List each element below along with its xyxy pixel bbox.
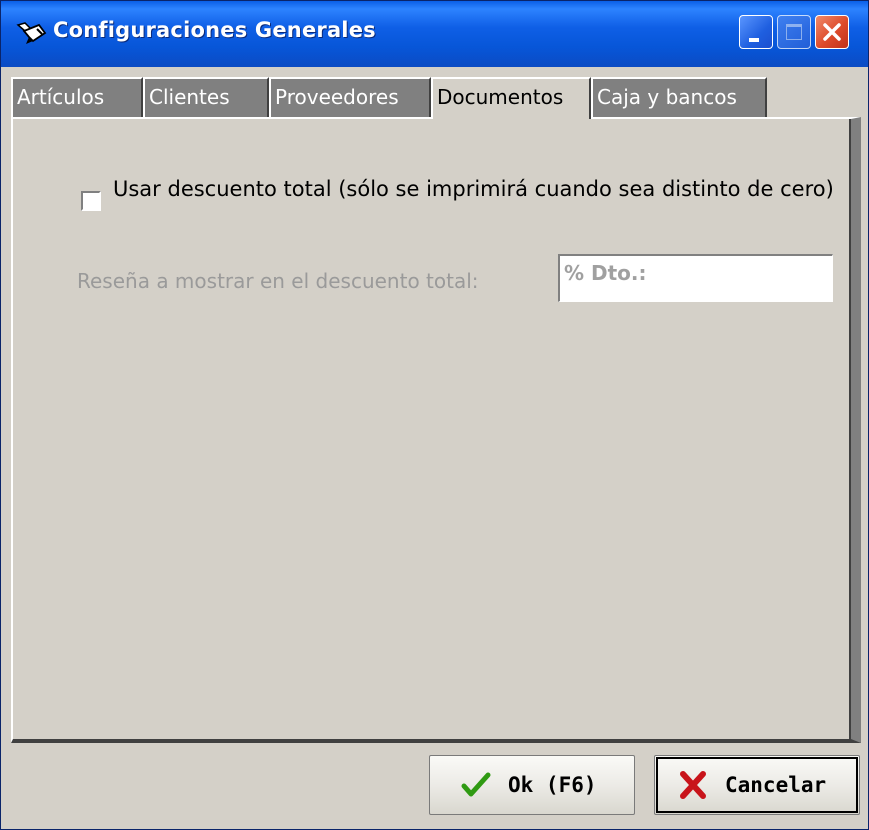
tab-panel-documentos xyxy=(11,117,861,743)
descuento-total-checkbox[interactable] xyxy=(81,191,101,211)
x-icon xyxy=(680,771,706,799)
checkmark-icon xyxy=(461,772,491,797)
tab-label: Caja y bancos xyxy=(597,85,737,109)
tab-clientes[interactable]: Clientes xyxy=(143,77,269,117)
window-title: Configuraciones Generales xyxy=(53,18,376,42)
close-button[interactable] xyxy=(815,15,849,49)
title-bar[interactable]: Configuraciones Generales xyxy=(1,1,868,67)
tab-proveedores[interactable]: Proveedores xyxy=(269,77,431,117)
resena-input[interactable]: % Dto.: xyxy=(558,254,833,302)
panel-inner xyxy=(13,119,851,739)
ok-label: Ok (F6) xyxy=(508,773,597,797)
cancel-button[interactable]: Cancelar xyxy=(654,755,860,815)
minimize-icon xyxy=(749,38,759,42)
tab-label: Clientes xyxy=(149,85,230,109)
tab-documentos[interactable]: Documentos xyxy=(431,77,591,119)
descuento-total-label[interactable]: Usar descuento total (sólo se imprimirá … xyxy=(113,173,843,205)
maximize-icon xyxy=(786,24,802,40)
close-icon xyxy=(823,23,841,41)
cancel-label: Cancelar xyxy=(725,773,827,797)
tab-label: Documentos xyxy=(437,85,564,109)
tab-caja-y-bancos[interactable]: Caja y bancos xyxy=(591,77,767,117)
minimize-button[interactable] xyxy=(739,15,773,49)
config-window: Configuraciones Generales Artículos Clie… xyxy=(0,0,869,830)
tab-articulos[interactable]: Artículos xyxy=(11,77,143,117)
tab-label: Proveedores xyxy=(275,85,399,109)
pen-icon xyxy=(16,22,47,44)
maximize-button[interactable] xyxy=(777,15,811,49)
ok-button[interactable]: Ok (F6) xyxy=(429,755,635,815)
resena-label: Reseña a mostrar en el descuento total: xyxy=(77,269,479,293)
tab-label: Artículos xyxy=(17,85,105,109)
